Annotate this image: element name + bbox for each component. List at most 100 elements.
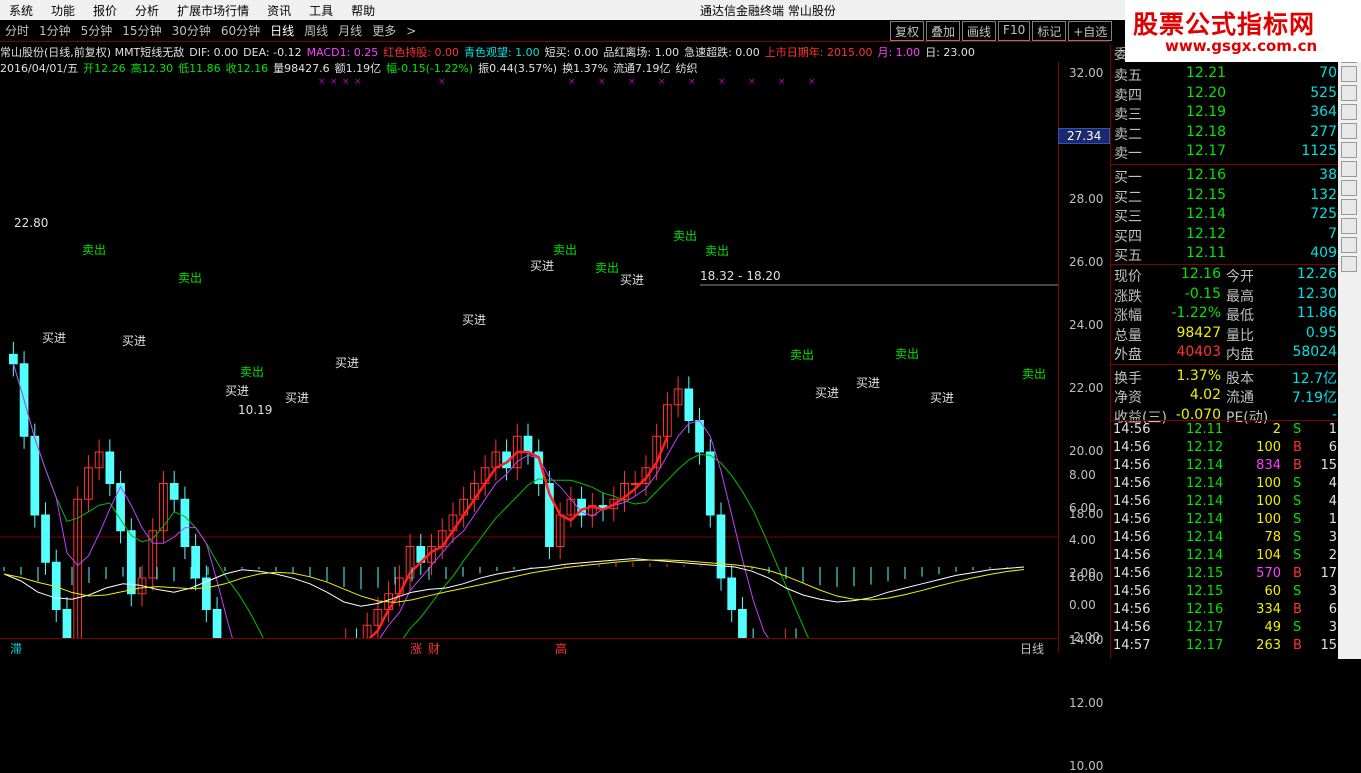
period-tab[interactable]: 5分钟 [76,22,118,39]
chart-button[interactable]: 标记 [1032,21,1067,41]
y-axis-label: 6.00 [1069,500,1096,515]
y-axis-label: -2.00 [1069,630,1101,645]
tick-row: 14:56 12.11 2 S 1 [1111,422,1339,440]
menu-item[interactable]: 系统 [0,2,42,19]
stat-label: 总量 [1114,327,1142,344]
tick-time: 14:56 [1113,566,1151,581]
bid-volume: 409 [1310,245,1337,261]
info-value: 红色持股: 0.00 [383,46,459,59]
banner-url: www.gsgx.com.cn [1165,37,1318,55]
stat-value: -1.22% [1171,305,1221,321]
y-axis-label: 2.00 [1069,565,1096,580]
chart-button[interactable]: F10 [998,21,1031,41]
tick-side: S [1293,422,1302,437]
candle-body [180,498,190,547]
tool-icon[interactable] [1341,237,1357,253]
kline-chart[interactable]: 22.8010.1918.32 - 18.20买进 买进买进 买进买进买进买进买进买… [0,62,1058,638]
ask-price: 12.18 [1186,123,1227,140]
ask-volume: 70 [1319,65,1337,81]
price-axis: 32.0030.0028.0026.0024.0022.0020.0018.00… [1058,62,1110,773]
tick-row: 14:56 12.14 100 S 4 [1111,494,1339,512]
tick-time: 14:56 [1113,602,1151,617]
period-tab[interactable]: 分时 [0,22,34,39]
period-tab[interactable]: 周线 [299,22,333,39]
tick-row: 14:56 12.15 570 B 17 [1111,566,1339,584]
stat-row: 总量 98427 量比 0.95 [1111,325,1339,344]
sell-signal: 卖出 [705,244,729,258]
bottom-label: 日线 [1020,642,1045,656]
period-tab[interactable]: 1分钟 [34,22,76,39]
f2-icon[interactable] [1341,161,1357,177]
candle-body [62,609,72,638]
info-value: 上市日期年: 2015.00 [764,46,873,59]
candle-body [212,609,222,638]
chart-button[interactable]: 画线 [962,21,997,41]
chart-button[interactable]: +自选 [1068,21,1113,41]
list-icon[interactable] [1341,104,1357,120]
tick-row: 14:56 12.14 104 S 2 [1111,548,1339,566]
chart-button[interactable]: 叠加 [926,21,961,41]
period-tab[interactable]: 日线 [265,22,299,39]
bar-icon[interactable] [1341,218,1357,234]
menu-item[interactable]: 工具 [300,2,342,19]
menu-item[interactable]: 资讯 [258,2,300,19]
period-tab[interactable]: 更多 [367,22,401,39]
tick-time: 14:56 [1113,584,1151,599]
ask-label: 卖一 [1114,146,1142,162]
app-title: 通达信金融终端 常山股份 [700,4,836,18]
info-value: 急速超跌: 0.00 [684,46,760,59]
rsi-icon[interactable] [1341,199,1357,215]
menu-item[interactable]: 分析 [126,2,168,19]
period-tab[interactable]: 月线 [333,22,367,39]
menu-item[interactable]: 报价 [84,2,126,19]
candle-body [738,609,747,638]
range-label: 18.32 - 18.20 [700,269,781,283]
tick-time: 14:56 [1113,530,1151,545]
menu-item[interactable]: 扩展市场行情 [168,2,258,19]
chart-icon[interactable] [1341,123,1357,139]
tick-side: B [1293,440,1302,455]
menu-item[interactable]: 帮助 [342,2,384,19]
info-value: MACD1: 0.25 [306,46,379,59]
tick-count: 17 [1320,566,1337,581]
ask-label: 卖二 [1114,126,1142,143]
tick-side: S [1293,548,1302,563]
f10-icon[interactable] [1341,142,1357,158]
tick-side: B [1293,458,1302,473]
tick-price: 12.14 [1186,512,1224,527]
y-axis-label: 10.00 [1069,759,1104,773]
gear-icon[interactable] [1341,85,1357,101]
bid-label: 买一 [1114,170,1142,186]
tick-volume: 100 [1256,512,1281,527]
candle-body [716,514,726,579]
chart-tool-buttons: 复权 叠加 画线 F10 标记 +自选 [888,21,1113,41]
tick-row: 14:56 12.14 78 S 3 [1111,530,1339,548]
divider [1111,264,1339,265]
tick-side: S [1293,620,1302,635]
candle-body [30,435,40,516]
tick-volume: 100 [1256,440,1281,455]
bid-volume: 7 [1328,225,1337,242]
ask-price: 12.19 [1186,104,1227,120]
period-tab[interactable]: 30分钟 [167,22,216,39]
help-icon[interactable] [1341,256,1357,272]
menu-item[interactable]: 功能 [42,2,84,19]
y-axis-label: 12.00 [1069,696,1104,710]
chart-button[interactable]: 复权 [890,21,925,41]
marker-x: × [568,77,576,87]
tick-price: 12.12 [1186,440,1224,455]
tick-side: S [1293,476,1302,491]
period-tab[interactable]: 60分钟 [216,22,265,39]
y-axis-label: 24.00 [1069,318,1104,332]
tick-time: 14:56 [1113,620,1151,635]
period-tab[interactable]: > [401,24,421,38]
tick-row: 14:56 12.14 100 S 1 [1111,512,1339,530]
page-icon[interactable] [1341,180,1357,196]
bottom-status-bar: 滞 涨财 高 日线 [0,638,1058,659]
tick-time: 14:56 [1113,512,1151,527]
tick-side: B [1293,566,1302,581]
tick-volume: 263 [1256,638,1281,653]
period-tab[interactable]: 15分钟 [117,22,166,39]
stat-row: 净资 4.02 流通 7.19亿 [1111,387,1339,406]
grid-icon[interactable] [1341,66,1357,82]
